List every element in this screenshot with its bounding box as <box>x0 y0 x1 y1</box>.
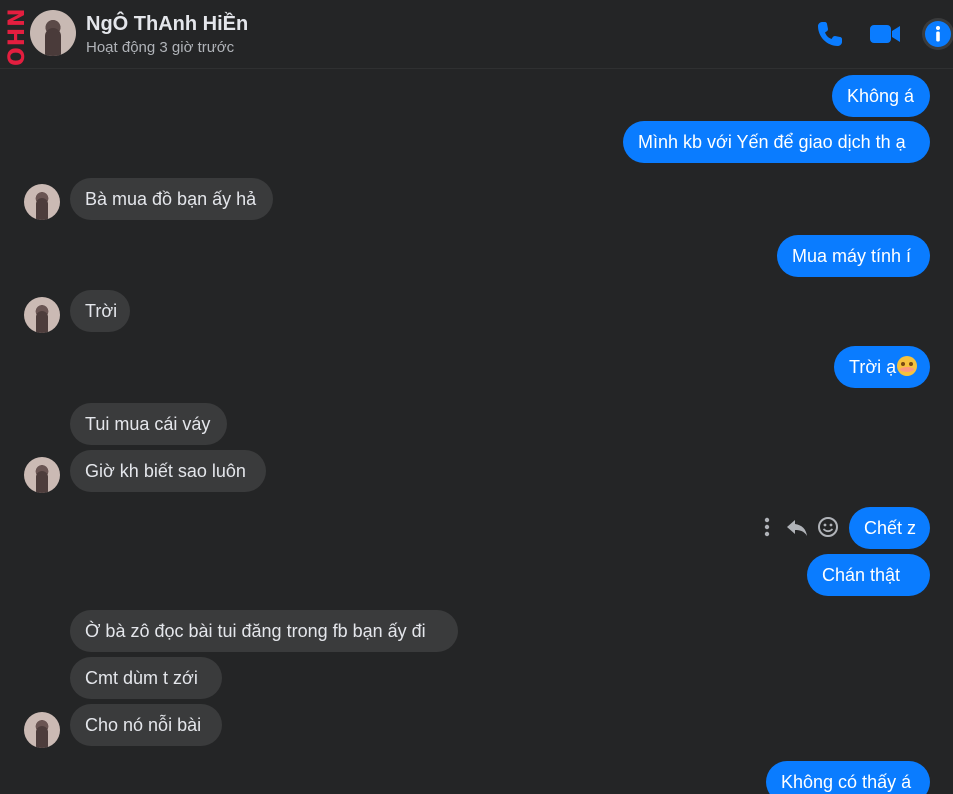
messenger-window: OHN NgÔ ThAnh HiỀn Hoạt động 3 giờ trước <box>0 0 953 794</box>
incoming-message[interactable]: Ờ bà zô đọc bài tui đăng trong fb bạn ấy… <box>70 610 458 652</box>
react-icon <box>818 517 838 537</box>
message-text: Chán thật <box>822 565 901 585</box>
contact-mini-avatar[interactable] <box>24 457 60 493</box>
message-text: Cmt dùm t zới <box>85 668 198 688</box>
video-call-button[interactable] <box>868 17 902 51</box>
incoming-message[interactable]: Bà mua đồ bạn ấy hả <box>70 178 273 220</box>
outgoing-message[interactable]: Mua máy tính í <box>777 235 930 277</box>
outgoing-message[interactable]: Mình kb với Yến để giao dịch th ạ <box>623 121 930 163</box>
more-options-icon <box>764 517 770 537</box>
message-text: Trời <box>85 301 118 321</box>
message-text: Không á <box>847 86 915 106</box>
incoming-message[interactable]: Giờ kh biết sao luôn <box>70 450 266 492</box>
contact-name[interactable]: NgÔ ThAnh HiỀn <box>86 13 248 36</box>
outgoing-message[interactable]: Chết z <box>849 507 930 549</box>
outgoing-message[interactable]: Trời ạ <box>834 346 930 388</box>
contact-mini-avatar[interactable] <box>24 712 60 748</box>
contact-mini-avatar[interactable] <box>24 297 60 333</box>
more-options-button[interactable] <box>760 515 774 541</box>
contact-active-status: Hoạt động 3 giờ trước <box>86 39 235 56</box>
video-camera-icon <box>870 25 900 43</box>
incoming-message[interactable]: Cho nó nỗi bài <box>70 704 222 746</box>
message-text: Mình kb với Yến để giao dịch th ạ <box>638 132 906 152</box>
header-divider <box>0 68 953 69</box>
reply-icon <box>787 520 807 536</box>
reply-button[interactable] <box>785 515 809 541</box>
message-text: Bà mua đồ bạn ấy hả <box>85 189 257 209</box>
outgoing-message[interactable]: Không á <box>832 75 930 117</box>
react-button[interactable] <box>816 515 840 541</box>
phone-icon <box>818 22 842 46</box>
incoming-message[interactable]: Trời <box>70 290 130 332</box>
audio-call-button[interactable] <box>813 17 847 51</box>
contact-mini-avatar[interactable] <box>24 184 60 220</box>
message-text: Mua máy tính í <box>792 246 912 266</box>
message-text: Tui mua cái váy <box>85 414 211 434</box>
message-text: Chết z <box>864 518 917 538</box>
outgoing-message[interactable]: Chán thật <box>807 554 930 596</box>
incoming-message[interactable]: Tui mua cái váy <box>70 403 227 445</box>
message-text: Không có thấy á <box>781 772 912 792</box>
conversation-header: OHN NgÔ ThAnh HiỀn Hoạt động 3 giờ trước <box>0 0 953 68</box>
conversation-info-button[interactable] <box>921 17 953 51</box>
message-text: Giờ kh biết sao luôn <box>85 461 246 481</box>
message-text: Ờ bà zô đọc bài tui đăng trong fb bạn ấy… <box>85 621 426 641</box>
message-text: Trời ạ <box>849 357 897 377</box>
info-icon <box>922 18 953 50</box>
incoming-message[interactable]: Cmt dùm t zới <box>70 657 222 699</box>
contact-avatar[interactable] <box>30 10 76 56</box>
message-text: Cho nó nỗi bài <box>85 715 202 735</box>
flushed-face-emoji-icon <box>897 356 918 377</box>
outgoing-message[interactable]: Không có thấy á <box>766 761 930 794</box>
